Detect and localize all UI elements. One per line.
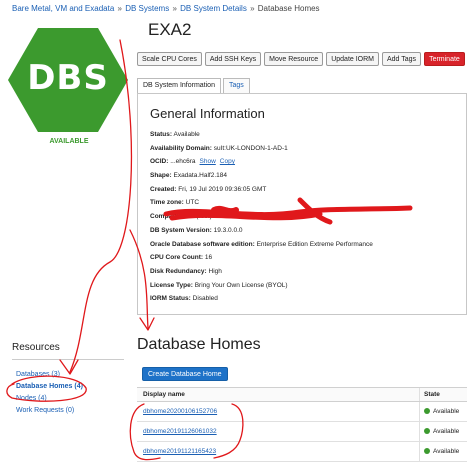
update-iorm-button[interactable]: Update IORM: [326, 52, 379, 66]
table-row: dbhome20200106152706 Available: [137, 402, 467, 422]
info-row-software-edition: Oracle Database software edition: Enterp…: [150, 240, 373, 248]
logo-text: DBS: [27, 58, 109, 98]
info-row-status: Status: Available: [150, 131, 200, 138]
database-homes-table: Display name State dbhome20200106152706 …: [137, 387, 467, 462]
details-tabs: DB System Information Tags: [137, 78, 252, 93]
create-database-home-button[interactable]: Create Database Home: [142, 367, 228, 381]
scale-cpu-button[interactable]: Scale CPU Cores: [137, 52, 202, 66]
breadcrumb-item-current: Database Homes: [257, 4, 320, 13]
general-information-list: Status: Available Availability Domain: s…: [150, 128, 460, 306]
info-row-availability-domain: Availability Domain: suIt:UK-LONDON-1-AD…: [150, 144, 288, 152]
ocid-show-link[interactable]: Show: [200, 158, 216, 165]
breadcrumb-item-db-systems[interactable]: DB Systems: [125, 4, 169, 13]
move-resource-button[interactable]: Move Resource: [264, 52, 324, 66]
breadcrumb-separator: »: [172, 4, 177, 13]
row-state: Available: [433, 428, 460, 435]
database-homes-heading: Database Homes: [137, 336, 261, 353]
row-state: Available: [433, 408, 460, 415]
info-row-disk-redundancy: Disk Redundancy: High: [150, 267, 222, 275]
status-dot-icon: [424, 428, 430, 434]
status-label: AVAILABLE: [49, 138, 89, 145]
db-home-link[interactable]: dbhome20200106152706: [143, 408, 217, 415]
resource-item-databases[interactable]: Databases (3): [16, 369, 83, 381]
terminate-button[interactable]: Terminate: [424, 52, 465, 66]
breadcrumb: Bare Metal, VM and Exadata » DB Systems …: [12, 4, 320, 13]
breadcrumb-separator: »: [117, 4, 122, 13]
column-header-state[interactable]: State: [419, 388, 467, 401]
db-home-link[interactable]: dbhome20191126061032: [143, 428, 217, 435]
table-row: dbhome20191121165423 Available: [137, 442, 467, 462]
action-toolbar: Scale CPU Cores Add SSH Keys Move Resour…: [137, 52, 465, 66]
info-row-db-system-version: DB System Version: 19.3.0.0.0: [150, 226, 243, 234]
info-row-compartment: Compartment: (root)/: [150, 213, 214, 221]
resource-item-work-requests[interactable]: Work Requests (0): [16, 405, 83, 417]
status-dot-icon: [424, 448, 430, 454]
info-row-ocid: OCID: ...ehc6ra Show Copy: [150, 158, 235, 166]
resources-divider: [12, 359, 124, 360]
info-row-iorm-status: IORM Status: Disabled: [150, 295, 218, 303]
general-information-heading: General Information: [150, 106, 265, 121]
tab-db-system-information[interactable]: DB System Information: [137, 78, 221, 93]
annotation-arrow-head: [139, 317, 155, 331]
status-dot-icon: [424, 408, 430, 414]
column-header-display-name[interactable]: Display name: [137, 388, 419, 401]
resources-heading: Resources: [12, 342, 60, 353]
row-state: Available: [433, 448, 460, 455]
ocid-copy-link[interactable]: Copy: [220, 158, 235, 165]
info-row-license-type: License Type: Bring Your Own License (BY…: [150, 281, 288, 289]
breadcrumb-item-db-system-details[interactable]: DB System Details: [180, 4, 247, 13]
info-row-time-zone: Time zone: UTC: [150, 199, 200, 207]
resource-item-database-homes[interactable]: Database Homes (4): [16, 381, 83, 393]
resources-list: Databases (3) Database Homes (4) Nodes (…: [16, 369, 83, 417]
tab-tags[interactable]: Tags: [222, 78, 250, 93]
db-home-link[interactable]: dbhome20191121165423: [143, 448, 216, 455]
add-ssh-keys-button[interactable]: Add SSH Keys: [204, 52, 262, 66]
info-row-shape: Shape: Exadata.Half2.184: [150, 172, 227, 180]
page-title: EXA2: [148, 20, 192, 39]
table-row: dbhome20191126061032 Available: [137, 422, 467, 442]
info-row-created: Created: Fri, 19 Jul 2019 09:36:05 GMT: [150, 185, 267, 193]
info-row-cpu-core-count: CPU Core Count: 16: [150, 254, 213, 262]
add-tags-button[interactable]: Add Tags: [382, 52, 422, 66]
resource-item-nodes[interactable]: Nodes (4): [16, 393, 83, 405]
breadcrumb-separator: »: [250, 4, 255, 13]
breadcrumb-item-bare-metal[interactable]: Bare Metal, VM and Exadata: [12, 4, 114, 13]
dbs-logo: DBS: [8, 28, 128, 132]
table-header: Display name State: [137, 388, 467, 402]
